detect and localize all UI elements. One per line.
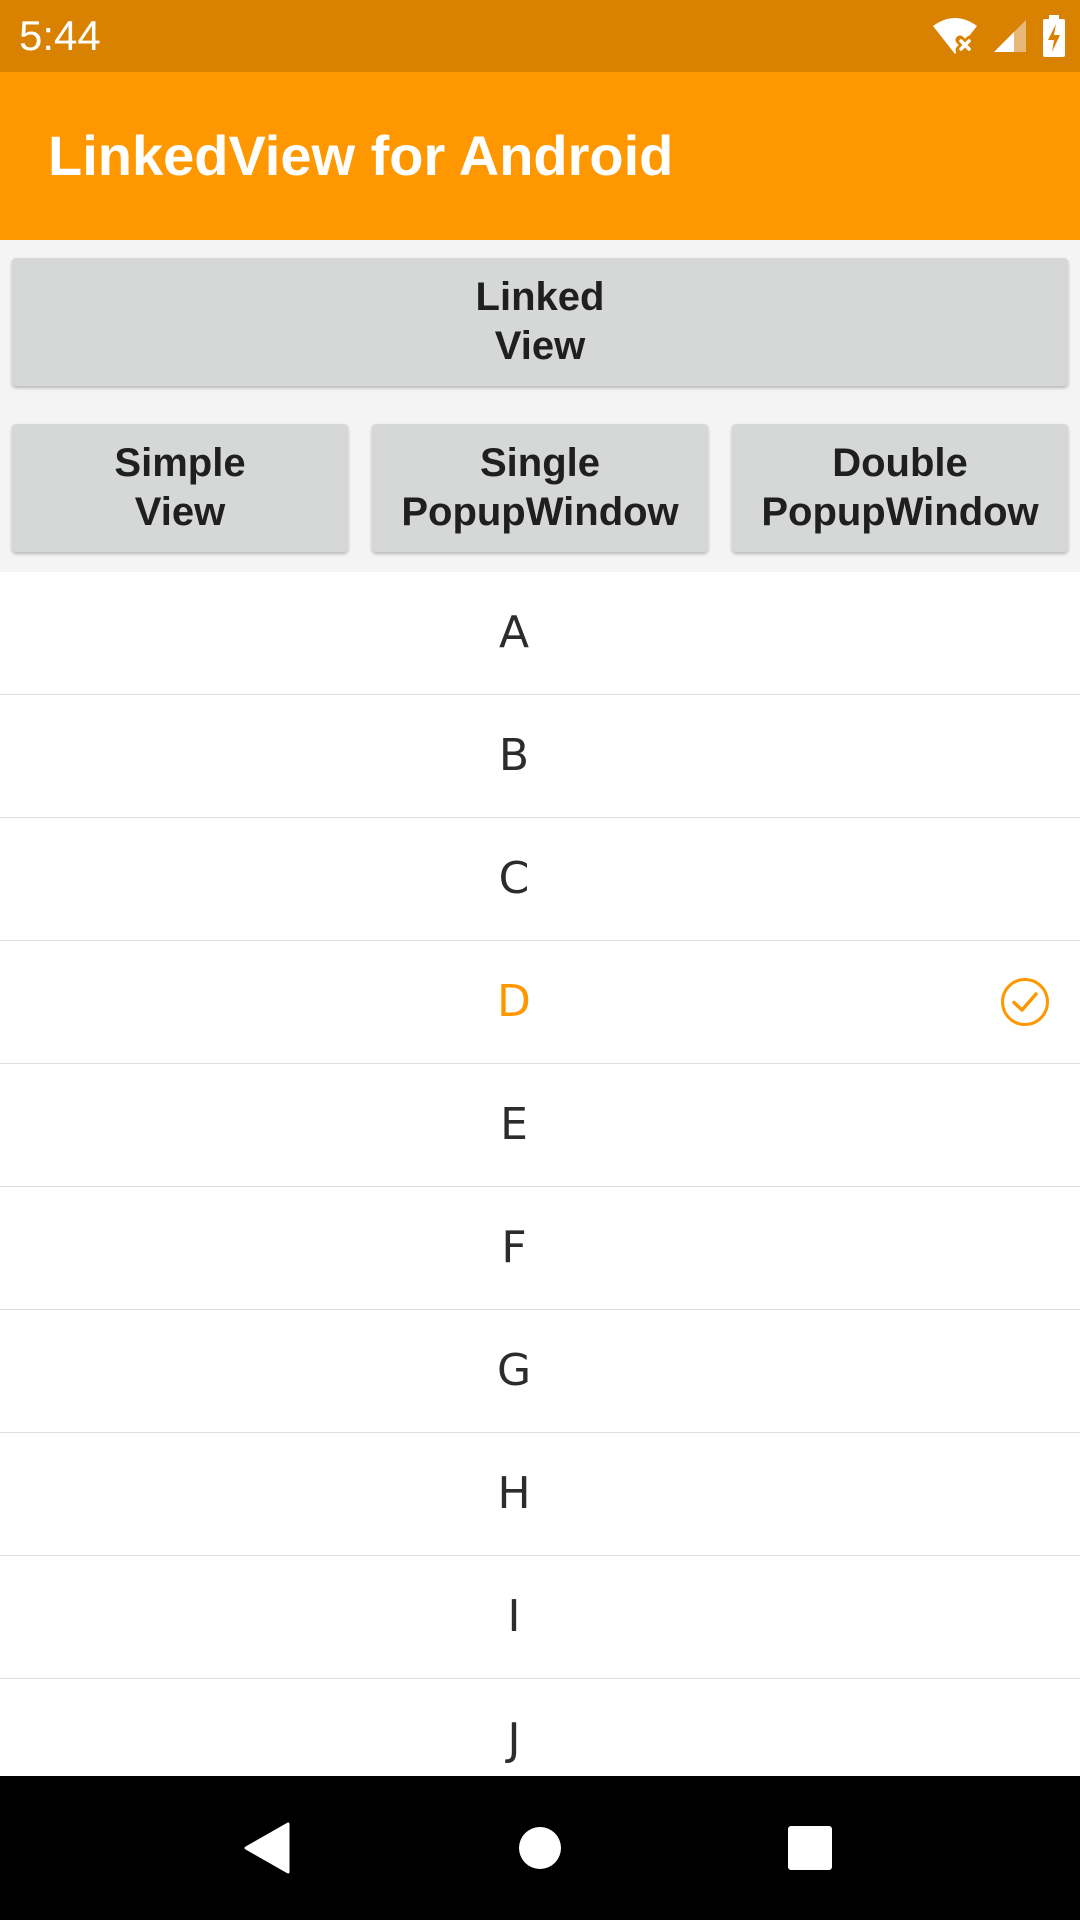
screen: 5:44 LinkedView for Android Linked View …: [0, 0, 1080, 1920]
simple-view-button[interactable]: Simple View: [12, 424, 348, 552]
single-popupwindow-button[interactable]: Single PopupWindow: [372, 424, 708, 552]
list-item-label: A: [498, 607, 530, 658]
status-time: 5:44: [19, 12, 101, 59]
list-item-label: I: [507, 1591, 521, 1642]
list-item[interactable]: J: [0, 1679, 1080, 1776]
app-title: LinkedView for Android: [48, 124, 674, 187]
linked-view-button[interactable]: Linked View: [12, 258, 1068, 386]
list-item-label: E: [500, 1099, 528, 1150]
list-item[interactable]: E: [0, 1064, 1080, 1187]
double-popupwindow-button[interactable]: Double PopupWindow: [732, 424, 1068, 552]
back-icon: [244, 1822, 290, 1874]
list-item-label: F: [501, 1222, 527, 1273]
list-item[interactable]: A: [0, 572, 1080, 695]
list-item-label: B: [498, 730, 530, 781]
list-item[interactable]: I: [0, 1556, 1080, 1679]
status-icons: [932, 14, 1066, 58]
navigation-bar: [0, 1776, 1080, 1920]
list-item-label: J: [507, 1714, 521, 1765]
status-bar: 5:44: [0, 0, 1080, 72]
list-item-label: G: [496, 1345, 532, 1396]
recents-icon: [788, 1826, 832, 1870]
app-bar: LinkedView for Android: [0, 72, 1080, 240]
battery-charging-icon: [1043, 15, 1065, 57]
check-circle-icon: [1001, 978, 1049, 1026]
letter-list[interactable]: A B C D E F G H I J: [0, 572, 1080, 1776]
home-button[interactable]: [468, 1776, 612, 1920]
list-item[interactable]: G: [0, 1310, 1080, 1433]
cell-signal-icon: [994, 20, 1026, 52]
back-button[interactable]: [196, 1776, 340, 1920]
list-item-label: C: [498, 853, 530, 904]
list-item[interactable]: C: [0, 818, 1080, 941]
list-item[interactable]: B: [0, 695, 1080, 818]
recents-button[interactable]: [738, 1776, 882, 1920]
list-item-label: H: [497, 1468, 531, 1519]
list-item-label: D: [497, 976, 531, 1027]
list-item-selected[interactable]: D: [0, 941, 1080, 1064]
wifi-no-internet-icon: [933, 18, 977, 55]
list-item[interactable]: F: [0, 1187, 1080, 1310]
list-item[interactable]: H: [0, 1433, 1080, 1556]
home-icon: [519, 1827, 561, 1869]
